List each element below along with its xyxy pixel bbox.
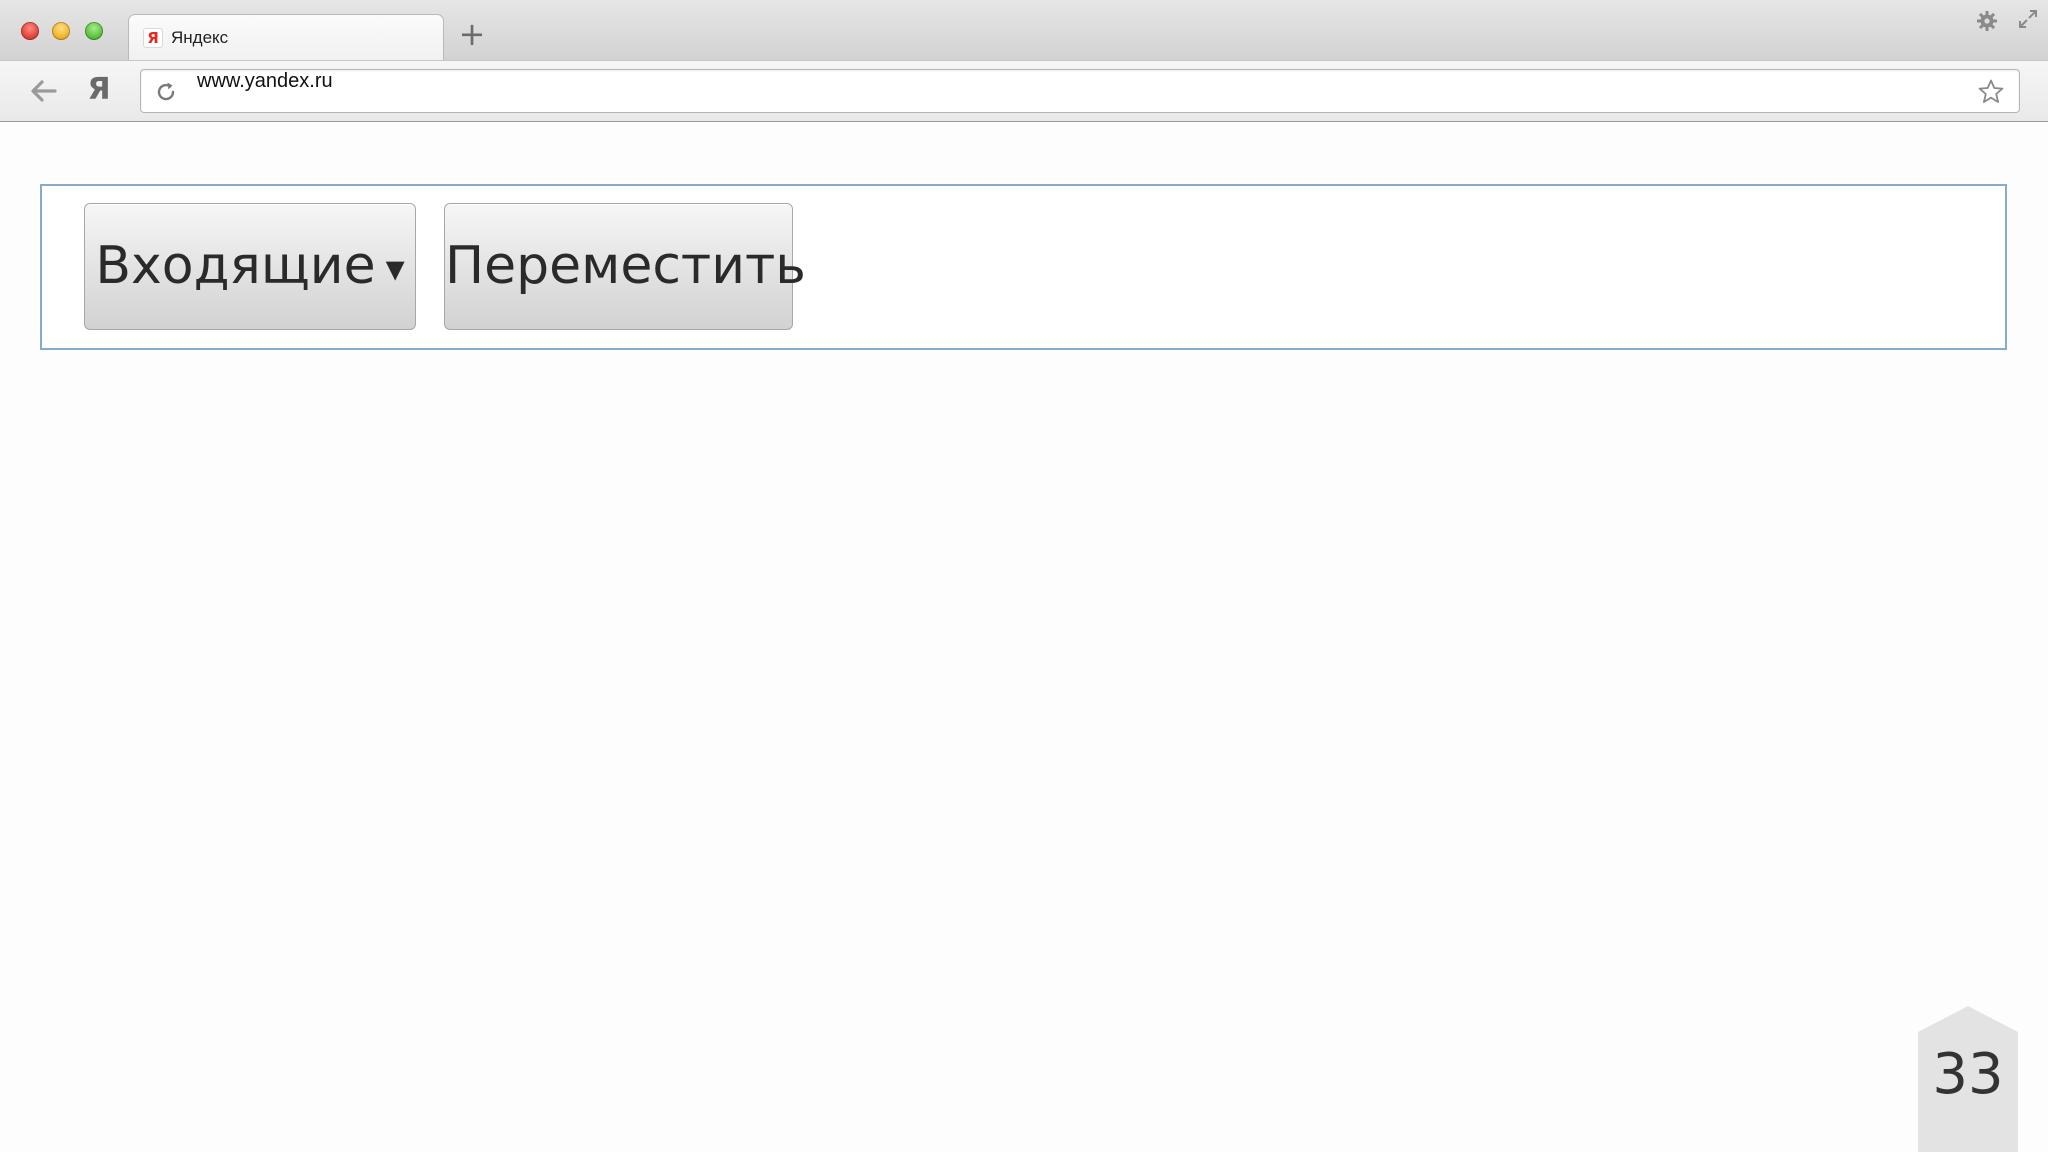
move-button-label: Переместить — [445, 236, 806, 296]
window-maximize-button[interactable] — [85, 22, 103, 40]
reload-icon[interactable] — [153, 79, 179, 105]
gear-icon[interactable] — [1976, 10, 1998, 32]
browser-toolbar: Я www.yandex.ru — [0, 60, 2048, 122]
url-text[interactable]: www.yandex.ru — [197, 70, 333, 112]
inbox-dropdown-button[interactable]: Входящие ▾ — [84, 203, 416, 330]
slide-number: 33 — [1932, 1042, 2004, 1107]
tab-strip: Я Яндекс + — [0, 0, 2048, 60]
tab-title: Яндекс — [171, 28, 229, 47]
move-button[interactable]: Переместить — [444, 203, 806, 330]
address-bar[interactable]: www.yandex.ru — [140, 69, 2020, 113]
inbox-button-label: Входящие — [95, 236, 376, 296]
yandex-home-button[interactable]: Я — [86, 73, 112, 107]
window-minimize-button[interactable] — [52, 22, 70, 40]
browser-window: Я Яндекс + Я www.yandex.ru Входящие ▾ Пе… — [0, 0, 2048, 1152]
fullscreen-icon[interactable] — [2017, 8, 2039, 30]
window-close-button[interactable] — [21, 22, 39, 40]
new-tab-button[interactable]: + — [458, 18, 486, 50]
mail-toolbar-frame: Входящие ▾ Переместить — [40, 184, 2007, 350]
yandex-favicon-icon: Я — [143, 28, 163, 48]
star-icon[interactable] — [1977, 78, 2005, 106]
arrow-left-icon[interactable] — [28, 77, 58, 105]
tab-yandex[interactable]: Я Яндекс — [128, 14, 444, 60]
chevron-down-icon: ▾ — [385, 246, 405, 290]
